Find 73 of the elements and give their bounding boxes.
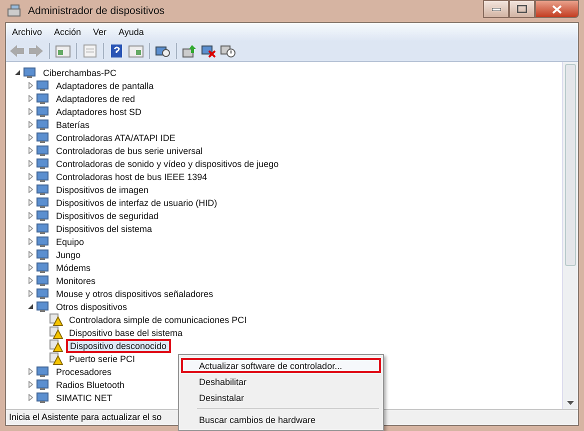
tree-item[interactable]: Equipo <box>53 236 88 248</box>
tree-item[interactable]: Adaptadores de pantalla <box>53 80 157 92</box>
minimize-button[interactable] <box>483 0 509 18</box>
status-text: Inicia el Asistente para actualizar el so <box>8 411 163 424</box>
tree-item[interactable]: Dispositivos de interfaz de usuario (HID) <box>53 196 220 208</box>
device-icon <box>36 287 50 300</box>
device-icon <box>36 274 50 287</box>
context-menu-item[interactable]: Actualizar software de controlador... <box>181 358 381 373</box>
device-icon <box>36 196 50 209</box>
tree-item[interactable]: Otros dispositivos <box>53 300 130 312</box>
tree-item[interactable]: Radios Bluetooth <box>53 378 128 390</box>
tree-item[interactable]: Puerto serie PCI <box>66 352 138 364</box>
tree-item[interactable]: Jungo <box>53 248 84 260</box>
device-icon <box>36 248 50 261</box>
device-icon <box>36 105 50 118</box>
forward-icon[interactable] <box>28 44 44 58</box>
menu-item[interactable]: Archivo <box>6 27 48 37</box>
context-menu-item[interactable]: Buscar cambios de hardware <box>181 412 381 427</box>
device-icon <box>36 144 50 157</box>
device-icon <box>36 131 50 144</box>
tree-item[interactable]: Procesadores <box>53 366 115 378</box>
update-driver-icon[interactable] <box>182 44 198 58</box>
properties-icon[interactable] <box>82 44 98 58</box>
menu-item[interactable]: Ver <box>87 27 113 37</box>
tree-item[interactable]: Controladoras host de bus IEEE 1394 <box>53 170 210 182</box>
device-icon <box>36 118 50 131</box>
tree-item[interactable]: Adaptadores host SD <box>53 106 145 118</box>
tree-item[interactable]: Controladora simple de comunicaciones PCI <box>66 314 250 326</box>
tree-item[interactable]: Dispositivos del sistema <box>53 222 156 234</box>
tree-item[interactable]: Dispositivos de imagen <box>53 184 152 196</box>
computer-icon <box>7 4 23 18</box>
menu-item[interactable]: Ayuda <box>112 27 150 37</box>
tree-item[interactable]: SIMATIC NET <box>53 392 116 404</box>
menu-item[interactable]: Acción <box>48 27 88 37</box>
device-icon <box>36 183 50 196</box>
tree-item[interactable]: Dispositivo desconocido <box>66 338 171 352</box>
device-icon <box>36 391 50 404</box>
device-icon <box>36 222 50 235</box>
device-icon <box>36 365 50 378</box>
device-icon <box>36 157 50 170</box>
maximize-icon <box>517 5 527 13</box>
device-icon <box>36 300 50 313</box>
vertical-scrollbar[interactable] <box>562 62 578 409</box>
tree-item[interactable]: Dispositivo base del sistema <box>66 326 186 338</box>
tree-item[interactable]: Ciberchambas-PC <box>40 66 120 78</box>
tree-item[interactable]: Controladoras de sonido y vídeo y dispositivos de juego <box>53 158 282 170</box>
tree-item[interactable]: Baterías <box>53 118 93 130</box>
minimize-icon <box>492 8 500 10</box>
device-icon <box>36 92 50 105</box>
tree-item[interactable]: Dispositivos de seguridad <box>53 210 162 222</box>
device-icon <box>36 235 50 248</box>
scroll-down-icon[interactable] <box>567 401 574 405</box>
tree-item[interactable]: Adaptadores de red <box>53 92 138 104</box>
device-icon <box>36 209 50 222</box>
device-icon <box>36 378 50 391</box>
tree-item[interactable]: Controladoras ATA/ATAPI IDE <box>53 132 178 144</box>
tree-item[interactable]: Monitores <box>53 274 99 286</box>
tree-item[interactable]: Módems <box>53 262 94 274</box>
device-icon <box>36 170 50 183</box>
help-icon[interactable] <box>109 44 125 58</box>
device-icon <box>36 261 50 274</box>
tree-item[interactable]: Controladoras de bus serie universal <box>53 144 206 156</box>
back-icon[interactable] <box>9 44 25 58</box>
close-button[interactable] <box>535 0 579 18</box>
window-title: Administrador de dispositivos <box>28 5 165 17</box>
maximize-button[interactable] <box>509 0 535 18</box>
context-menu-item[interactable]: Deshabilitar <box>181 374 381 389</box>
tree-item[interactable]: Mouse y otros dispositivos señaladores <box>53 288 216 300</box>
device-icon <box>23 66 37 79</box>
device-icon <box>36 79 50 92</box>
context-menu-item[interactable]: Desinstalar <box>181 390 381 405</box>
uninstall-icon[interactable] <box>201 44 217 58</box>
close-icon <box>552 4 562 14</box>
